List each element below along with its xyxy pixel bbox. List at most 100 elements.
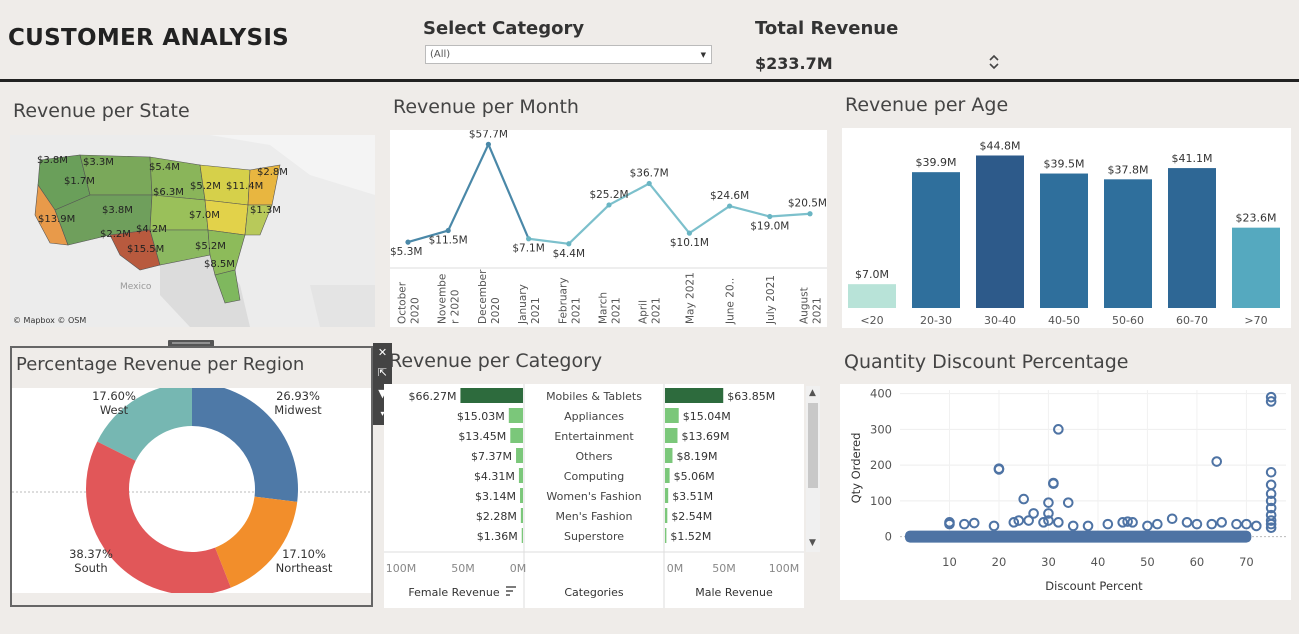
- x-tick-text: 2020: [490, 297, 502, 324]
- age-category-label: 30-40: [984, 314, 1016, 327]
- line-point: [767, 213, 773, 220]
- female-bar: [516, 448, 523, 463]
- age-category-label: 50-60: [1112, 314, 1144, 327]
- female-bar: [508, 408, 523, 423]
- age-chart[interactable]: $7.0M <20 $39.9M 20-30 $44.8M 30-40 $39.5M 40-5…: [842, 128, 1291, 328]
- scatter-chart[interactable]: 0 100 200 300 400 10 20 30 40 50 60 70 Discount Perc…: [840, 384, 1291, 600]
- chevron-down-icon[interactable]: ▼: [701, 51, 706, 59]
- state-value-label: $11.4M: [226, 181, 263, 192]
- line-point: [606, 202, 612, 208]
- line-point: [526, 236, 532, 242]
- line-point: [686, 230, 692, 236]
- x-tick-label: 20: [992, 555, 1007, 569]
- female-axis-tick: 0M: [510, 562, 527, 575]
- month-chart-canvas: $5.3M $11.5M $57.7M $7.1M $4.4M $25.2M$36.7M $…: [390, 128, 827, 325]
- donut-slice: [85, 441, 231, 595]
- x-tick-label: October 2020: [397, 281, 422, 324]
- category-name-label: Men's Fashion: [556, 510, 633, 523]
- line-point: [445, 227, 451, 234]
- age-bar-value-label: $44.8M: [980, 139, 1021, 152]
- region-chart-container[interactable]: Percentage Revenue per Region 26.93% Midw…: [10, 346, 373, 607]
- scatter-point: [959, 518, 970, 530]
- popout-icon[interactable]: ⇱: [376, 366, 389, 380]
- age-bar: [1168, 168, 1216, 308]
- category-scrollbar[interactable]: ▲ ▼: [806, 386, 820, 552]
- state-value-label: $1.3M: [250, 205, 281, 216]
- line-point: [727, 203, 733, 209]
- male-value-label: $13.69M: [681, 430, 729, 443]
- age-bar-value-label: $39.9M: [916, 156, 957, 169]
- category-name-label: Entertainment: [554, 430, 634, 443]
- male-bar: [665, 408, 679, 423]
- male-value-label: $63.85M: [727, 390, 775, 403]
- x-tick-label: 30: [1041, 555, 1056, 569]
- state-value-label: $2.8M: [257, 167, 288, 178]
- scatter-point: [1265, 479, 1277, 491]
- category-dropdown-value: (All): [430, 49, 451, 60]
- state-map[interactable]: © Mapbox © OSM Mexico $3.8M $3.3M $1.7M $5.…: [10, 135, 375, 327]
- dashboard-header: CUSTOMER ANALYSIS Select Category (All) …: [0, 0, 1299, 82]
- x-tick-label: April 2021: [638, 297, 663, 324]
- category-dropdown[interactable]: (All) ▼: [425, 45, 712, 64]
- x-tick-label: 10: [942, 555, 957, 569]
- slice-percent-label: 38.37%: [69, 547, 113, 561]
- scatter-point: [1265, 466, 1277, 478]
- month-chart-title: Revenue per Month: [393, 96, 579, 118]
- age-bar-value-label: $37.8M: [1108, 163, 1149, 176]
- scatter-chart-title: Quantity Discount Percentage: [844, 351, 1129, 373]
- resize-handle[interactable]: [168, 333, 214, 347]
- state-value-label: $15.5M: [127, 244, 164, 255]
- slice-percent-label: 17.60%: [92, 389, 136, 403]
- category-chart[interactable]: $66.27M Mobiles & Tablets $63.85M $15.03M Ap…: [384, 384, 804, 608]
- state-value-label: $8.5M: [204, 259, 235, 270]
- scatter-point: [1053, 517, 1064, 528]
- scatter-point: [968, 517, 980, 529]
- month-chart[interactable]: $5.3M $11.5M $57.7M $7.1M $4.4M $25.2M $36.7M $…: [390, 128, 827, 327]
- x-tick-text: July 2021: [765, 275, 777, 325]
- region-chart[interactable]: 26.93% Midwest 17.10% Northeast 38.37% South 1…: [12, 383, 371, 595]
- point-value-label: $25.2M: [589, 189, 628, 201]
- total-revenue-value: $233.7M: [755, 54, 833, 73]
- male-value-label: $15.04M: [683, 410, 731, 423]
- state-map-canvas: © Mapbox © OSM Mexico $3.8M $3.3M $1.7M $5.…: [10, 135, 375, 327]
- point-value-label: $20.5M: [788, 198, 827, 210]
- state-value-label: $4.2M: [136, 224, 167, 235]
- slice-name-label: South: [74, 561, 107, 575]
- x-tick-text: October: [397, 281, 409, 324]
- line-segment: [729, 205, 771, 218]
- region-chart-title: Percentage Revenue per Region: [16, 354, 305, 375]
- state-value-label: $7.0M: [189, 210, 220, 221]
- male-value-label: $1.52M: [670, 530, 711, 543]
- mexico-label: Mexico: [120, 282, 152, 292]
- slice-name-label: West: [100, 403, 129, 417]
- female-value-label: $66.27M: [408, 390, 456, 403]
- dashboard-title: CUSTOMER ANALYSIS: [8, 25, 290, 51]
- state-value-label: $1.7M: [64, 176, 95, 187]
- male-value-label: $5.06M: [674, 470, 715, 483]
- x-tick-text: 2021: [611, 297, 623, 324]
- female-bar: [520, 508, 523, 523]
- x-tick-label: 50: [1140, 555, 1155, 569]
- state-value-label: $13.9M: [38, 214, 75, 225]
- x-tick-label: 40: [1091, 555, 1106, 569]
- scroll-down-icon[interactable]: ▼: [809, 538, 816, 548]
- state-map-title: Revenue per State: [13, 100, 190, 122]
- state-value-label: $5.2M: [195, 241, 226, 252]
- slice-name-label: Midwest: [274, 403, 322, 417]
- age-category-label: 40-50: [1048, 314, 1080, 327]
- age-bar-value-label: $23.6M: [1236, 212, 1277, 225]
- female-bar: [510, 428, 523, 443]
- scrollbar-thumb[interactable]: [808, 403, 818, 488]
- close-icon[interactable]: ✕: [376, 346, 389, 360]
- state-value-label: $3.8M: [102, 205, 133, 216]
- spinner-icon[interactable]: [987, 52, 1001, 72]
- slice-percent-label: 26.93%: [276, 389, 320, 403]
- scroll-up-icon[interactable]: ▲: [809, 388, 816, 398]
- x-tick-label: 70: [1239, 555, 1254, 569]
- age-chart-canvas: $7.0M <20 $39.9M 20-30 $44.8M 30-40 $39.5M 40-5…: [848, 139, 1280, 327]
- male-bar: [665, 428, 678, 443]
- category-name-label: Appliances: [564, 410, 624, 423]
- scatter-point: [1082, 520, 1094, 532]
- x-tick-label: May 2021: [684, 272, 696, 324]
- scatter-point: [1166, 513, 1178, 525]
